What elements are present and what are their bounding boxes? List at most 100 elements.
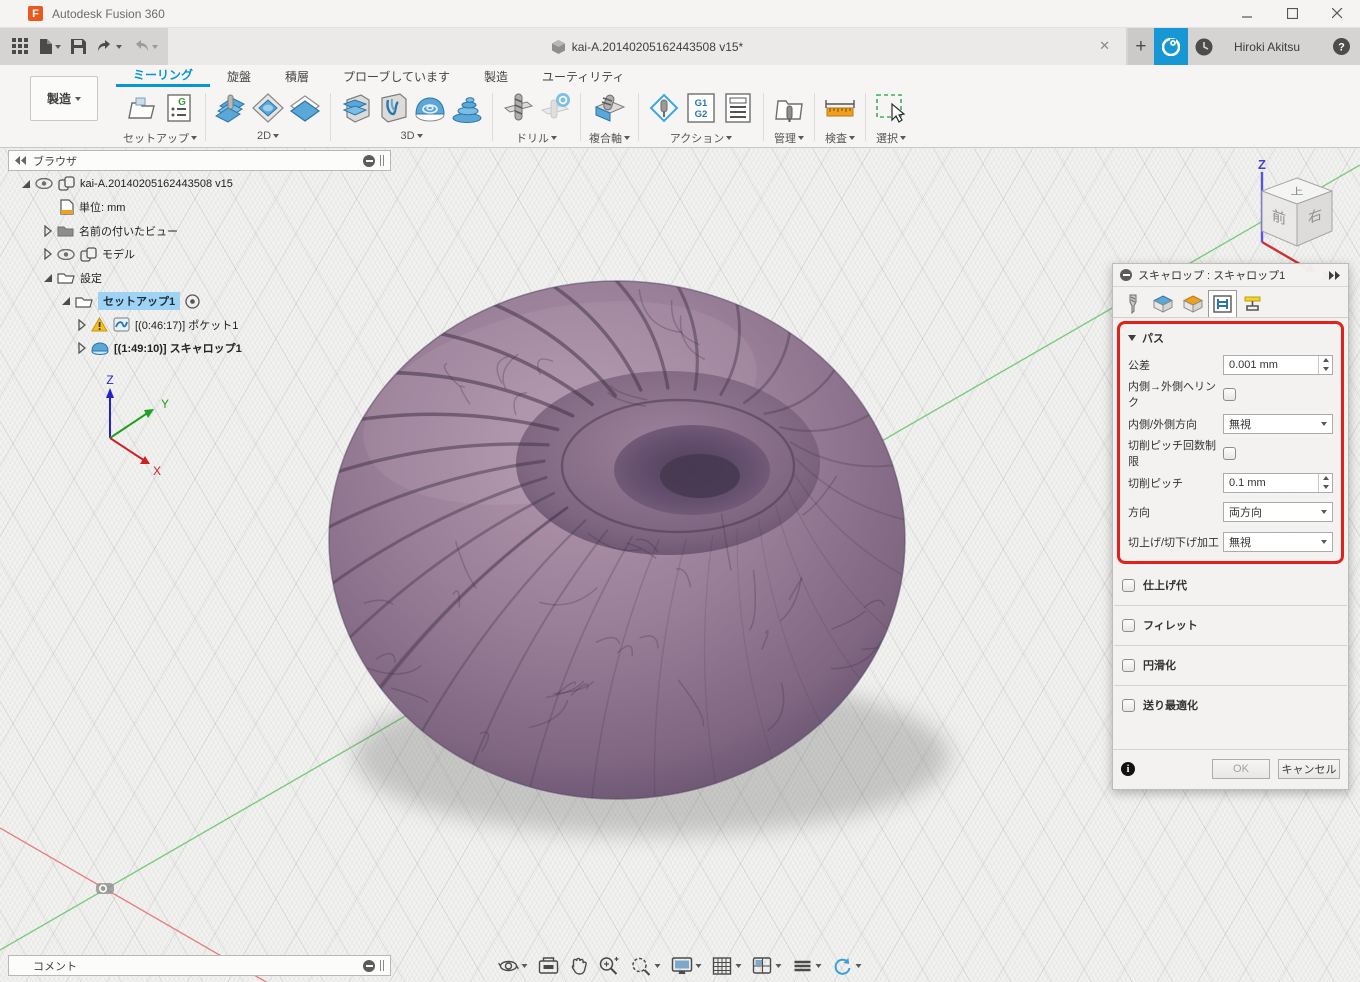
help-button[interactable]: ?	[1322, 28, 1360, 65]
close-button[interactable]	[1315, 0, 1360, 27]
tab-utilities[interactable]: ユーティリティ	[525, 65, 642, 87]
section-fillet[interactable]: フィレット	[1113, 606, 1348, 645]
3d-pocket-button[interactable]	[376, 91, 410, 125]
new-tab-button[interactable]: +	[1128, 28, 1154, 65]
section-smoothing[interactable]: 円滑化	[1113, 646, 1348, 685]
tree-item-root[interactable]: kai-A.20140205162443508 v15	[8, 172, 391, 196]
tab-tool[interactable]	[1118, 290, 1147, 317]
expand-icon[interactable]	[22, 180, 30, 188]
link-inside-outside-checkbox[interactable]	[1223, 388, 1236, 401]
2d-adaptive-button[interactable]	[214, 91, 248, 125]
drill-alt-button[interactable]	[538, 91, 572, 125]
group-label-manage[interactable]: 管理	[774, 130, 796, 146]
expand-icon[interactable]	[62, 297, 70, 305]
save-button[interactable]	[67, 33, 90, 61]
undo-button[interactable]	[92, 33, 126, 61]
scallop-button[interactable]	[413, 91, 447, 125]
dialog-header[interactable]: スキャロップ : スキャロップ1	[1113, 264, 1348, 287]
stock-to-leave-checkbox[interactable]	[1122, 579, 1135, 592]
nc-program-button[interactable]: G	[162, 91, 196, 125]
3d-adaptive-button[interactable]	[339, 91, 373, 125]
look-at-button[interactable]	[537, 955, 561, 977]
up-down-milling-select[interactable]: 無視	[1223, 532, 1333, 552]
display-settings-button[interactable]	[670, 955, 704, 978]
eye-icon[interactable]	[57, 249, 75, 260]
tab-milling[interactable]: ミーリング	[116, 65, 210, 87]
group-label-drill[interactable]: ドリル	[516, 130, 549, 146]
spinner-buttons[interactable]	[1318, 474, 1332, 492]
document-tab[interactable]: kai-A.20140205162443508 v15* ✕	[168, 28, 1126, 65]
zoom-button[interactable]	[597, 954, 622, 978]
maximize-button[interactable]	[1270, 0, 1315, 27]
group-label-setup[interactable]: セットアップ	[123, 130, 189, 146]
job-status-button[interactable]	[1154, 28, 1188, 65]
stepover-input[interactable]: 0.1 mm	[1223, 473, 1333, 493]
simulate-button[interactable]	[647, 91, 681, 125]
info-icon[interactable]: i	[1121, 762, 1135, 776]
app-grid-icon[interactable]	[8, 33, 33, 61]
morphed-spiral-button[interactable]	[450, 91, 484, 125]
tool-library-button[interactable]	[772, 91, 806, 125]
tolerance-input[interactable]: 0.001 mm	[1223, 355, 1333, 375]
refresh-view-button[interactable]	[831, 955, 864, 978]
drill-button[interactable]	[501, 91, 535, 125]
expand-panel-icon[interactable]	[1328, 271, 1341, 280]
group-label-inspect[interactable]: 検査	[825, 130, 847, 146]
group-label-2d[interactable]: 2D	[257, 130, 271, 142]
grid-settings-button[interactable]	[711, 955, 744, 978]
inside-outside-direction-select[interactable]: 無視	[1223, 414, 1333, 434]
recent-activity-button[interactable]	[1188, 28, 1220, 65]
tab-probing[interactable]: プローブしています	[326, 65, 467, 87]
2d-pocket-button[interactable]	[251, 91, 285, 125]
minimize-button[interactable]	[1225, 0, 1270, 27]
panel-minimize-icon[interactable]	[363, 155, 375, 167]
group-label-3d[interactable]: 3D	[400, 130, 414, 142]
activate-target-icon[interactable]	[185, 294, 200, 309]
collapse-panel-icon[interactable]	[15, 156, 27, 165]
group-label-actions[interactable]: アクション	[670, 130, 724, 146]
panel-grip-icon[interactable]	[380, 960, 384, 971]
tree-item-model[interactable]: モデル	[8, 243, 391, 267]
viewport-canvas[interactable]: Z Y X Z 上 前 右 X ブラウザ kai-A.2014	[0, 148, 1360, 982]
comment-bar[interactable]: コメント	[8, 955, 391, 976]
cancel-button[interactable]: キャンセル	[1278, 759, 1340, 779]
feed-optimization-checkbox[interactable]	[1122, 699, 1135, 712]
spinner-buttons[interactable]	[1318, 356, 1332, 374]
tree-item-scallop1[interactable]: [(1:49:10)] スキャロップ1	[8, 337, 391, 361]
file-menu-button[interactable]	[35, 33, 65, 61]
redo-button[interactable]	[128, 33, 162, 61]
smoothing-checkbox[interactable]	[1122, 659, 1135, 672]
pan-button[interactable]	[568, 954, 590, 978]
direction-select[interactable]: 両方向	[1223, 502, 1333, 522]
tab-additive[interactable]: 積層	[268, 65, 326, 87]
visual-style-button[interactable]	[791, 956, 824, 976]
section-feed-optimization[interactable]: 送り最適化	[1113, 686, 1348, 725]
expand-icon[interactable]	[44, 248, 52, 260]
expand-icon[interactable]	[44, 225, 52, 237]
tab-geometry[interactable]	[1148, 290, 1177, 317]
group-label-multiaxis[interactable]: 複合軸	[589, 130, 622, 146]
workspace-selector[interactable]: 製造	[30, 76, 98, 121]
multiaxis-button[interactable]	[593, 91, 627, 125]
tab-fabrication[interactable]: 製造	[467, 65, 525, 87]
tab-close-icon[interactable]: ✕	[1099, 39, 1110, 52]
face-button[interactable]	[288, 91, 322, 125]
section-stock-to-leave[interactable]: 仕上げ代	[1113, 566, 1348, 605]
select-button[interactable]	[874, 91, 908, 125]
expand-icon[interactable]	[44, 274, 52, 282]
tab-heights[interactable]	[1178, 290, 1207, 317]
panel-grip-icon[interactable]	[380, 155, 384, 166]
group-label-select[interactable]: 選択	[876, 130, 898, 146]
tree-item-units[interactable]: 単位: mm	[8, 196, 391, 220]
tree-item-pocket1[interactable]: [(0:46:17)] ポケット1	[8, 313, 391, 337]
setup-sheet-button[interactable]	[721, 91, 755, 125]
panel-minimize-icon[interactable]	[363, 960, 375, 972]
viewports-button[interactable]	[751, 955, 784, 977]
zoom-window-button[interactable]	[629, 954, 663, 978]
tree-item-setup1[interactable]: セットアップ1	[8, 290, 391, 314]
expand-icon[interactable]	[78, 342, 86, 354]
tab-turning[interactable]: 旋盤	[210, 65, 268, 87]
expand-icon[interactable]	[78, 319, 86, 331]
fillet-checkbox[interactable]	[1122, 619, 1135, 632]
limit-stepover-checkbox[interactable]	[1223, 447, 1236, 460]
